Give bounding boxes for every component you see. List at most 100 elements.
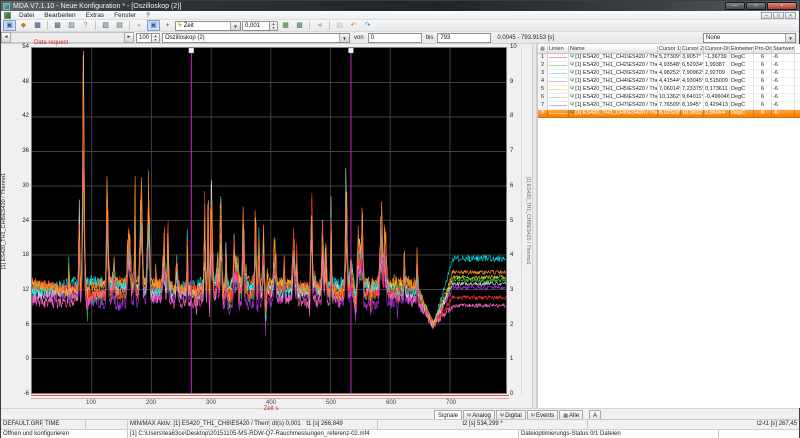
close-button-icon[interactable]: ×: [767, 2, 797, 10]
mdi-minimize-icon[interactable]: –: [761, 12, 772, 19]
column-header-pro-div[interactable]: Pro-Div: [754, 46, 772, 53]
bottom-strip: SignaleΨAnalogΨDigitalΨEvents▦AlleA: [1, 408, 799, 419]
pro-div-value: 6: [754, 102, 772, 109]
table-row[interactable]: 6Ψ[1] ES420_TH1_CH6\ES420 / Thermo110,13…: [538, 94, 800, 102]
cursor-diff-value: -0,496046: [704, 94, 730, 101]
toolbar-separator: [47, 21, 48, 30]
mdi-restore-icon[interactable]: □: [773, 12, 784, 19]
menu-fenster[interactable]: Fenster: [109, 11, 141, 20]
zoom-stepper[interactable]: ▲▼: [152, 33, 160, 43]
table-row[interactable]: 5Ψ[1] ES420_TH1_CH5\ES420 / Thermo17,060…: [538, 86, 800, 94]
chevron-down-icon[interactable]: ▼: [785, 34, 795, 42]
layout-window-icon[interactable]: ▧: [99, 20, 112, 31]
toolbar-separator: [129, 21, 130, 30]
signal-name: [1] ES420_TH1_CH4\ES420 / Thermo1: [575, 78, 658, 85]
minimize-button-icon[interactable]: —: [725, 2, 745, 10]
left-axis-tick: 30: [11, 183, 29, 189]
scroll-left-icon[interactable]: ◄: [1, 32, 11, 43]
cursor-diff-value: 2,92709: [704, 70, 730, 77]
new-configuration-icon[interactable]: ▣: [3, 20, 16, 31]
line-color-swatch: [549, 97, 567, 98]
table-corner-icon[interactable]: ▦: [538, 46, 548, 53]
scroll-right-icon[interactable]: ►: [124, 32, 134, 43]
tab-label: A: [593, 413, 597, 419]
zoom-input[interactable]: 100: [136, 33, 152, 43]
app-icon: [3, 3, 10, 10]
open-configure-link[interactable]: Öffnen und konfigurieren: [1, 430, 128, 438]
table-row[interactable]: 8Ψ[1] ES420_TH1_CH8\ES420 / Thermo18,023…: [538, 110, 800, 118]
trace-ES420_TH1_CH4: [32, 170, 506, 330]
measure-grid-icon[interactable]: ▩: [293, 20, 306, 31]
table-row[interactable]: 3Ψ[1] ES420_TH1_CH3\ES420 / Thermo14,982…: [538, 70, 800, 78]
line-style-cell: [548, 94, 569, 101]
window-title: MDA V7.1.10 - Neue Konfiguration * - [Os…: [13, 3, 181, 10]
interval-input[interactable]: 0,001: [242, 21, 270, 31]
open-configuration-icon[interactable]: ◆: [17, 20, 30, 31]
signal-table: ▦LinienNameCursor 1Cursor 2Cursor-Diff.E…: [538, 46, 800, 118]
signal-traces[interactable]: [32, 48, 506, 393]
column-header-einheiten[interactable]: Einheiten: [730, 46, 754, 53]
table-row[interactable]: 4Ψ[1] ES420_TH1_CH4\ES420 / Thermo14,415…: [538, 78, 800, 86]
table-row[interactable]: 7Ψ[1] ES420_TH1_CH7\ES420 / Thermo17,765…: [538, 102, 800, 110]
unit-value: DegC: [730, 70, 754, 77]
maximize-button-icon[interactable]: □: [746, 2, 766, 10]
range-start-input[interactable]: 0: [368, 33, 422, 43]
copy-icon[interactable]: ▤: [333, 20, 346, 31]
x-axis-title: Zeit s: [264, 406, 279, 412]
row-number: 8: [538, 110, 548, 117]
filter-combobox[interactable]: None ▼: [703, 33, 796, 43]
table-row[interactable]: 1Ψ[1] ES420_TH1_CH1\ES420 / Thermo15,273…: [538, 54, 800, 62]
right-axis-tick: 6: [510, 183, 522, 189]
left-axis-tick: 36: [11, 148, 29, 154]
start-value: -6: [772, 102, 795, 109]
column-header-name[interactable]: Name: [569, 46, 658, 53]
range-end-input[interactable]: 793: [437, 33, 491, 43]
interval-stepper[interactable]: ▲▼: [270, 21, 278, 31]
column-header-startwert[interactable]: Startwert: [772, 46, 795, 53]
save-configuration-icon[interactable]: ▦: [31, 20, 44, 31]
menu-hilfe[interactable]: ?: [141, 11, 155, 20]
chevron-down-icon[interactable]: ▼: [230, 22, 240, 30]
cursor-2-handle[interactable]: [348, 48, 353, 53]
dt-text: dt(s) 0,001: [272, 421, 301, 427]
menu-datei[interactable]: Datei: [14, 11, 39, 20]
time-base-combobox[interactable]: ϟ Zeit ▼: [175, 21, 241, 31]
oscilloscope-plot[interactable]: [31, 47, 507, 394]
oscilloscope-pane: Data request [1] ES420_TH1_CH8\ES420 / T…: [1, 44, 532, 408]
cursor1-value: 7,06014°: [658, 86, 681, 93]
column-header-cursor-1[interactable]: Cursor 1: [658, 46, 681, 53]
menu-extras[interactable]: Extras: [81, 11, 109, 20]
cursor-1-handle[interactable]: [189, 48, 194, 53]
column-header-cursor-diff-[interactable]: Cursor-Diff.: [704, 46, 730, 53]
zoom-mode-icon[interactable]: ▣: [147, 20, 160, 31]
snapshot-icon[interactable]: ▦: [279, 20, 292, 31]
pro-div-value: 6: [754, 94, 772, 101]
instrument-window-icon[interactable]: ▩: [51, 20, 64, 31]
column-header-cursor-2[interactable]: Cursor 2: [681, 46, 704, 53]
view-selector-combobox[interactable]: Oszilloskop (2) ▼: [162, 33, 350, 43]
left-axis-label: [1] ES420_TH1_CH8\ES420 / Thermo1: [1, 47, 10, 394]
cursor2-value: 6,52934°: [681, 62, 704, 69]
x-axis-tick: 100: [86, 400, 96, 406]
signal-name: [1] ES420_TH1_CH3\ES420 / Thermo1: [575, 70, 658, 77]
signal-assign-icon[interactable]: ?: [79, 20, 92, 31]
column-header-linien[interactable]: Linien: [548, 46, 569, 53]
menu-bearbeiten[interactable]: Bearbeiten: [39, 11, 80, 20]
config-display-icon[interactable]: ▨: [65, 20, 78, 31]
monitor-window-icon[interactable]: ▤: [113, 20, 126, 31]
pan-mode-icon[interactable]: +: [161, 20, 174, 31]
cursor2-value: 7,90962°: [681, 70, 704, 77]
pro-div-value: 6: [754, 54, 772, 61]
table-row[interactable]: 2Ψ[1] ES420_TH1_CH2\ES420 / Thermo14,935…: [538, 62, 800, 70]
cursor-t2-cell: t2 [s] 534,299 *: [378, 420, 588, 429]
pointer-mode-icon[interactable]: ▸: [133, 20, 146, 31]
toolbar-left-group: ▣◆▦▩▨?▧▤▸▣+: [3, 20, 174, 31]
mdi-close-icon[interactable]: ×: [785, 12, 796, 19]
undo-icon[interactable]: ↶: [347, 20, 360, 31]
signal-name-cell: Ψ[1] ES420_TH1_CH6\ES420 / Thermo1: [569, 94, 658, 101]
von-label: von: [354, 35, 364, 41]
redo-icon[interactable]: ↷: [361, 20, 374, 31]
empty-cell: [719, 430, 799, 438]
chevron-down-icon[interactable]: ▼: [339, 34, 349, 42]
back-icon[interactable]: ◄: [313, 20, 326, 31]
